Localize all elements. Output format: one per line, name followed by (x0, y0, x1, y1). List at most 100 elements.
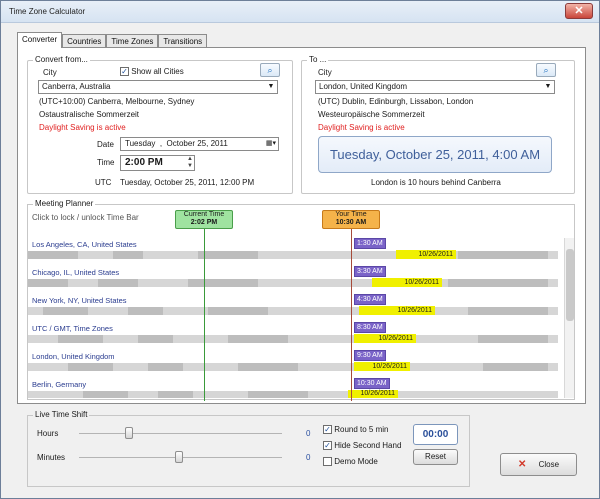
from-search-binoculars-icon[interactable]: ⌕ (260, 63, 280, 77)
round-label: Round to 5 min (334, 425, 389, 434)
planner-row-bar[interactable] (28, 335, 558, 343)
title-bar: Time Zone Calculator ✕ (1, 1, 599, 23)
from-city-select[interactable]: Canberra, Australia ▼ (38, 80, 278, 94)
planner-row-date: 10/26/2011 (354, 334, 416, 343)
planner-row-time: 4:30 AM (354, 294, 386, 305)
demo-row: Demo Mode (323, 457, 378, 467)
demo-checkbox[interactable] (323, 457, 332, 467)
planner-row-date: 10/26/2011 (396, 250, 456, 259)
planner-row-bar[interactable] (28, 251, 558, 259)
converted-time-display: Tuesday, October 25, 2011, 4:00 AM (318, 136, 552, 173)
date-dayno: 25, 2011 (197, 139, 228, 148)
utc-label: UTC (95, 178, 112, 187)
live-time-shift-group: Live Time Shift (27, 410, 470, 487)
time-counter: 00:00 (413, 424, 458, 445)
to-city-value: London, United Kingdom (319, 82, 408, 91)
tab-time-zones[interactable]: Time Zones (106, 34, 159, 48)
current-time-marker[interactable]: Current Time 2:02 PM (175, 210, 233, 229)
close-button[interactable]: ✕ Close (500, 453, 577, 476)
time-spinner[interactable]: 2:00 PM ▲ ▼ (120, 155, 195, 171)
demo-label: Demo Mode (334, 457, 378, 466)
planner-row-city: Los Angeles, CA, United States (32, 240, 137, 249)
current-time-line (204, 224, 205, 401)
to-legend: To ... (307, 55, 329, 64)
to-dst-status: Daylight Saving is active (318, 123, 405, 132)
date-picker[interactable]: Tuesday , October 25, 2011 ▦▾ (120, 137, 279, 151)
your-time-marker[interactable]: Your Time 10:30 AM (322, 210, 380, 229)
minutes-value: 0 (306, 453, 311, 462)
reset-button[interactable]: Reset (413, 449, 458, 465)
show-all-cities-checkbox[interactable]: ✓ (120, 67, 129, 77)
date-day: Tuesday (125, 139, 156, 148)
from-city-label: City (43, 68, 57, 77)
window-close-icon[interactable]: ✕ (565, 3, 593, 19)
to-zone-name: Westeuropäische Sommerzeit (318, 110, 425, 119)
time-spin-icon[interactable]: ▲ ▼ (187, 156, 193, 170)
minutes-slider-thumb[interactable] (175, 451, 183, 463)
your-time-value: 10:30 AM (335, 219, 367, 226)
planner-row-time: 10:30 AM (354, 378, 390, 389)
tab-transitions[interactable]: Transitions (158, 34, 208, 48)
your-time-line (351, 224, 352, 401)
hide-second-label: Hide Second Hand (334, 441, 402, 450)
show-all-cities-label: Show all Cities (131, 67, 184, 76)
calendar-dropdown-icon[interactable]: ▦▾ (266, 138, 276, 150)
round-checkbox[interactable]: ✓ (323, 425, 332, 435)
planner-row-city: UTC / GMT, Time Zones (32, 324, 113, 333)
tab-converter[interactable]: Converter (17, 32, 63, 48)
time-value: 2:00 PM (125, 157, 163, 168)
current-time-value: 2:02 PM (190, 219, 218, 226)
date-month: October (166, 139, 195, 148)
planner-row-bar[interactable] (28, 307, 558, 315)
planner-row-bar[interactable] (28, 391, 558, 398)
live-time-shift-legend: Live Time Shift (33, 410, 90, 419)
utc-value: Tuesday, October 25, 2011, 12:00 PM (120, 178, 255, 187)
meeting-planner: Meeting Planner Click to lock / unlock T… (27, 199, 575, 401)
meeting-planner-legend: Meeting Planner (33, 199, 96, 208)
hide-second-checkbox[interactable]: ✓ (323, 441, 332, 451)
tab-countries[interactable]: Countries (62, 34, 107, 48)
from-zone-name: Ostaustralische Sommerzeit (39, 110, 140, 119)
to-search-binoculars-icon[interactable]: ⌕ (536, 63, 556, 77)
planner-row-bar[interactable] (28, 279, 558, 287)
hours-value: 0 (306, 429, 311, 438)
planner-row-time: 1:30 AM (354, 238, 386, 249)
to-city-select[interactable]: London, United Kingdom ▼ (315, 80, 555, 94)
planner-row-date: 10/26/2011 (359, 306, 435, 315)
current-time-label: Current Time (183, 211, 225, 218)
tab-strip: Converter Countries Time Zones Transitio… (17, 32, 208, 48)
hours-slider-thumb[interactable] (125, 427, 133, 439)
planner-row-city: New York, NY, United States (32, 296, 127, 305)
planner-row-city: Chicago, IL, United States (32, 268, 120, 277)
planner-row-bar[interactable] (28, 363, 558, 371)
planner-row-date: 10/26/2011 (354, 362, 410, 371)
close-icon: ✕ (517, 459, 527, 470)
from-zone-line: (UTC+10:00) Canberra, Melbourne, Sydney (39, 97, 195, 106)
close-button-label: Close (538, 460, 560, 469)
from-dst-status: Daylight Saving is active (39, 123, 126, 132)
to-zone-line: (UTC) Dublin, Edinburgh, Lissabon, Londo… (318, 97, 474, 106)
minutes-label: Minutes (37, 453, 66, 462)
planner-hint: Click to lock / unlock Time Bar (32, 213, 139, 222)
time-label: Time (97, 158, 115, 167)
planner-scrollbar[interactable] (564, 238, 574, 398)
to-city-label: City (318, 68, 332, 77)
hours-label: Hours (37, 429, 59, 438)
your-time-label: Your Time (335, 211, 367, 218)
show-all-cities-row: ✓ Show all Cities (120, 67, 184, 77)
planner-row-time: 8:30 AM (354, 322, 386, 333)
date-comma: , (157, 139, 165, 148)
to-city-dropdown-icon[interactable]: ▼ (543, 82, 553, 92)
planner-row-date: 10/26/2011 (348, 390, 398, 398)
planner-scroll-thumb[interactable] (566, 249, 574, 321)
planner-row-time: 3:30 AM (354, 266, 386, 277)
window-title: Time Zone Calculator (9, 7, 86, 16)
planner-row-time: 9:30 AM (354, 350, 386, 361)
convert-from-legend: Convert from... (33, 55, 90, 64)
planner-row-city: London, United Kingdom (32, 352, 115, 361)
hours-slider-track[interactable] (79, 433, 282, 434)
from-city-dropdown-icon[interactable]: ▼ (266, 82, 276, 92)
planner-row-city: Berlin, Germany (32, 380, 87, 389)
time-difference-text: London is 10 hours behind Canberra (371, 178, 501, 187)
date-label: Date (97, 140, 114, 149)
